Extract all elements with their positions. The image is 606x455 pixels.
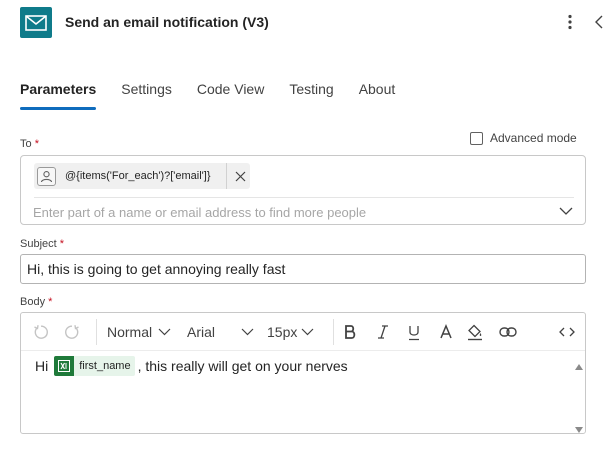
toolbar-divider (333, 319, 334, 345)
toolbar-divider (96, 319, 97, 345)
chevron-down-icon (301, 328, 314, 336)
token-divider (226, 163, 227, 189)
more-vertical-icon[interactable] (562, 12, 578, 32)
to-label: To * (20, 138, 39, 150)
body-editor[interactable]: Normal Arial 15px Hi first_name , this r… (20, 312, 586, 434)
link-icon[interactable] (499, 322, 517, 342)
code-view-icon[interactable] (559, 322, 575, 342)
tab-parameters[interactable]: Parameters (20, 74, 97, 110)
font-size-value: 15px (267, 324, 298, 340)
action-title: Send an email notification (V3) (65, 14, 269, 30)
close-icon[interactable] (233, 169, 247, 183)
scroll-up-arrow[interactable] (574, 358, 584, 370)
dynamic-content-token[interactable]: first_name (54, 356, 135, 376)
editor-toolbar: Normal Arial 15px (21, 313, 585, 351)
to-field[interactable]: @{items('For_each')?['email']} (20, 155, 586, 225)
chevron-down-icon[interactable] (558, 204, 574, 218)
chevron-left-icon[interactable] (592, 12, 606, 32)
undo-icon[interactable] (33, 322, 49, 342)
bold-icon[interactable] (343, 322, 357, 342)
subject-label: Subject * (20, 238, 64, 250)
user-icon (37, 166, 56, 186)
to-label-text: To (20, 138, 32, 150)
tab-testing[interactable]: Testing (289, 74, 333, 110)
subject-input[interactable] (20, 254, 586, 284)
tab-code-view[interactable]: Code View (197, 74, 264, 110)
action-header: Send an email notification (V3) (0, 0, 606, 46)
tab-about[interactable]: About (359, 74, 396, 110)
advanced-mode-label: Advanced mode (490, 131, 577, 145)
body-label-text: Body (20, 296, 46, 308)
subject-required-mark: * (59, 238, 65, 250)
body-text-suffix: , this really will get on your nerves (137, 358, 348, 374)
font-size-dropdown[interactable]: 15px (267, 322, 314, 342)
block-format-value: Normal (107, 324, 153, 340)
block-format-dropdown[interactable]: Normal (107, 322, 171, 342)
highlight-icon[interactable] (467, 322, 483, 342)
underline-icon[interactable] (407, 322, 421, 342)
subject-label-text: Subject (20, 238, 57, 250)
recipient-token-text: @{items('For_each')?['email']} (65, 170, 211, 182)
chevron-down-icon (241, 328, 254, 336)
to-required-mark: * (34, 138, 39, 150)
to-field-divider (34, 197, 574, 198)
body-label: Body * (20, 296, 52, 308)
excel-icon (54, 356, 75, 376)
dynamic-content-token-label: first_name (79, 360, 131, 372)
tab-settings[interactable]: Settings (121, 74, 172, 110)
people-search-input[interactable] (33, 202, 543, 222)
body-required-mark: * (48, 296, 53, 308)
font-family-dropdown[interactable]: Arial (187, 322, 254, 342)
font-color-icon[interactable] (439, 322, 453, 342)
chevron-down-icon (158, 328, 171, 336)
italic-icon[interactable] (377, 322, 389, 342)
scroll-down-arrow[interactable] (574, 421, 584, 433)
redo-icon[interactable] (64, 322, 80, 342)
font-family-value: Arial (187, 324, 216, 340)
recipient-token[interactable]: @{items('For_each')?['email']} (34, 163, 250, 189)
advanced-mode-toggle[interactable]: Advanced mode (470, 131, 577, 145)
mail-icon (20, 7, 52, 38)
body-content[interactable]: Hi first_name , this really will get on … (35, 355, 565, 377)
body-text-prefix: Hi (35, 358, 49, 374)
tab-bar: Parameters Settings Code View Testing Ab… (20, 74, 420, 110)
advanced-mode-checkbox[interactable] (470, 131, 483, 145)
